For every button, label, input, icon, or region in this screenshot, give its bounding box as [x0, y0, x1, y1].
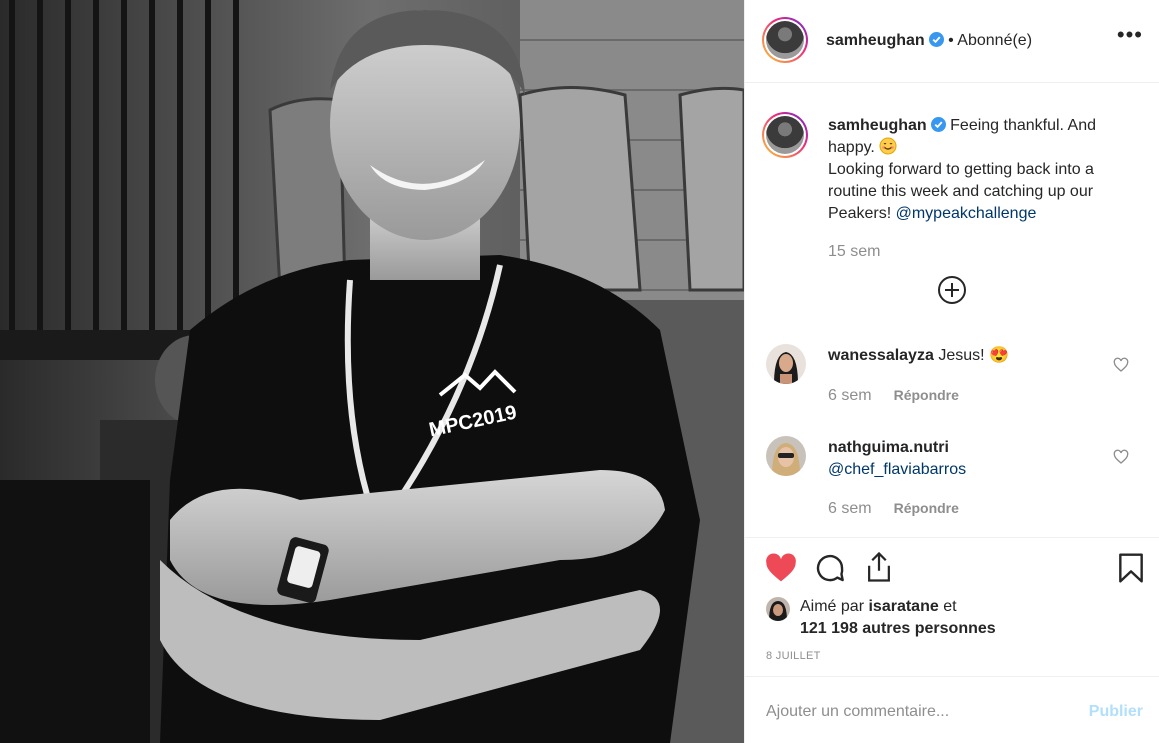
liked-by-joiner: et — [943, 598, 957, 615]
smiling-face-emoji-icon — [879, 137, 897, 155]
caption-username[interactable]: samheughan — [828, 117, 927, 134]
comment-bubble-icon[interactable] — [814, 552, 846, 584]
post-header: samheughan • Abonné(e) ••• — [745, 0, 1159, 83]
comment-username[interactable]: nathguima.nutri — [828, 439, 949, 456]
more-options-icon[interactable]: ••• — [1117, 24, 1143, 46]
publish-button[interactable]: Publier — [1089, 703, 1143, 721]
comment-meta: 6 sem Répondre — [828, 387, 959, 405]
caption-timestamp[interactable]: 15 sem — [828, 241, 1138, 263]
liked-by-user[interactable]: isaratane — [868, 598, 938, 615]
reply-button[interactable]: Répondre — [894, 500, 959, 516]
add-comment-input[interactable]: Ajouter un commentaire... — [766, 703, 949, 721]
likes-summary: Aimé par isaratane et 121 198 autres per… — [800, 596, 996, 640]
post-date[interactable]: 8 JUILLET — [766, 650, 821, 662]
comment-mention-link[interactable]: @chef_flaviabarros — [828, 461, 966, 478]
comment-time[interactable]: 6 sem — [828, 500, 872, 517]
comment-avatar[interactable] — [766, 344, 806, 384]
post-caption: samheughan Feeing thankful. And happy. L… — [828, 115, 1138, 263]
verified-badge-icon — [928, 32, 944, 47]
post-sidebar: samheughan • Abonné(e) ••• samheughan Fe… — [744, 0, 1159, 743]
photo-illustration: MPC2019 — [0, 0, 744, 743]
comment-2: nathguima.nutri @chef_flaviabarros — [828, 437, 1098, 481]
heart-eyes-emoji: 😍 — [989, 347, 1009, 364]
like-heart-icon[interactable] — [765, 553, 797, 583]
share-upload-icon[interactable] — [864, 551, 894, 583]
liker-avatar[interactable] — [766, 597, 790, 621]
author-avatar[interactable] — [762, 17, 808, 63]
load-more-comments-icon[interactable] — [938, 276, 966, 304]
save-bookmark-icon[interactable] — [1117, 552, 1145, 584]
post-photo[interactable]: MPC2019 — [0, 0, 744, 743]
caption-author-avatar[interactable] — [762, 112, 808, 158]
comment-1: wanessalayza Jesus! 😍 — [828, 345, 1098, 367]
comment-text: Jesus! — [938, 347, 985, 364]
reply-button[interactable]: Répondre — [894, 387, 959, 403]
section-divider — [745, 537, 1159, 538]
comment-username[interactable]: wanessalayza — [828, 347, 934, 364]
follow-status[interactable]: • Abonné(e) — [948, 32, 1032, 49]
author-username[interactable]: samheughan — [826, 32, 925, 49]
section-divider — [745, 676, 1159, 677]
caption-mention-link[interactable]: @mypeakchallenge — [896, 205, 1037, 222]
comment-time[interactable]: 6 sem — [828, 387, 872, 404]
verified-badge-icon — [930, 117, 946, 132]
comment-avatar[interactable] — [766, 436, 806, 476]
header-userline: samheughan • Abonné(e) — [826, 32, 1032, 50]
comment-meta: 6 sem Répondre — [828, 500, 959, 518]
liked-by-others[interactable]: 121 198 autres personnes — [800, 620, 996, 637]
liked-by-prefix: Aimé par — [800, 598, 865, 615]
comment-like-heart-icon[interactable] — [1113, 357, 1129, 373]
comment-like-heart-icon[interactable] — [1113, 449, 1129, 465]
